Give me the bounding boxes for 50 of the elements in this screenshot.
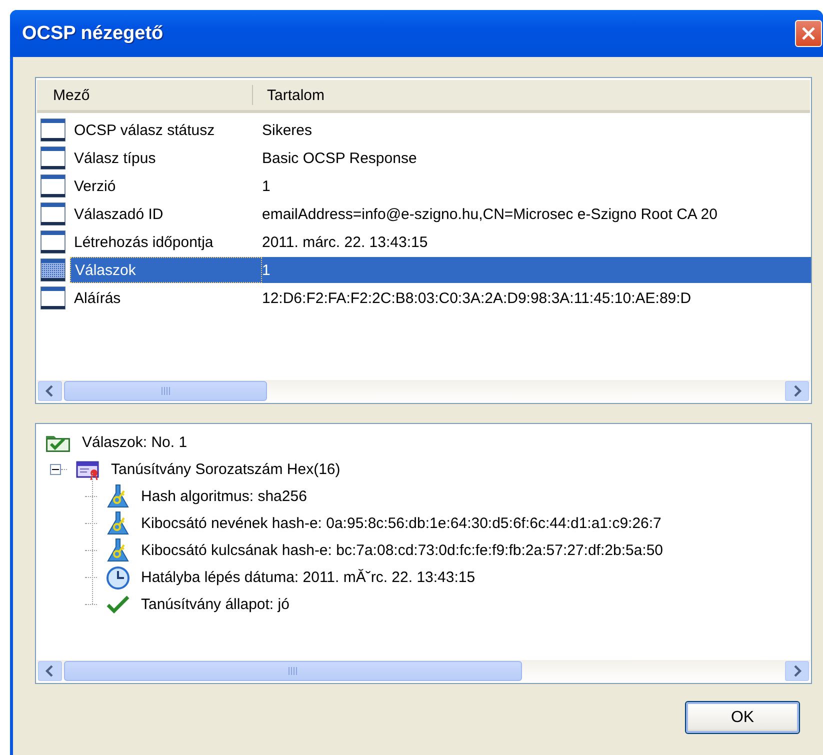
window-title: OCSP nézegető: [22, 22, 164, 44]
tree-item[interactable]: Tanúsítvány állapot: jó: [139, 596, 292, 613]
field-icon: [40, 118, 66, 142]
field-value: 1: [262, 257, 811, 283]
field-value: 2011. márc. 22. 13:43:15: [262, 232, 429, 252]
certificate-icon: [76, 460, 100, 480]
field-value: Sikeres: [262, 120, 314, 140]
scroll-right-icon: [792, 385, 802, 397]
field-icon: [40, 286, 66, 310]
field-icon: [40, 258, 66, 282]
tree-item[interactable]: Hash algoritmus: sha256: [139, 488, 309, 505]
field-icon: [40, 146, 66, 170]
horizontal-scrollbar[interactable]: [37, 380, 810, 402]
ok-button[interactable]: OK: [685, 701, 800, 734]
scroll-right-icon: [792, 665, 802, 677]
field-value: 1: [262, 176, 272, 196]
scroll-left-icon: [45, 385, 55, 397]
checkmark-icon: [106, 594, 130, 614]
field-icon: [40, 230, 66, 254]
close-button[interactable]: [795, 20, 822, 47]
field-icon: [40, 202, 66, 226]
field-name[interactable]: Létrehozás időpontja: [70, 229, 262, 255]
close-icon: [801, 26, 816, 41]
field-icon: [40, 174, 66, 198]
column-header[interactable]: Mező: [37, 85, 253, 105]
clock-icon: [106, 566, 130, 590]
field-name[interactable]: Verzió: [70, 173, 262, 199]
field-value: emailAddress=info@e-szigno.hu,CN=Microsec e-Szigno Root CA 20: [262, 204, 718, 224]
tree-item[interactable]: Hatályba lépés dátuma: 2011. mĂ˘rc. 22. 13:43:15: [139, 569, 478, 586]
column-header[interactable]: Tartalom: [253, 80, 325, 110]
flask-key-icon: [106, 484, 130, 510]
grip-icon: [288, 666, 298, 676]
field-name[interactable]: Válaszok: [70, 257, 262, 283]
tree-item[interactable]: Kibocsátó kulcsának hash-e: bc:7a:08:cd:73:0d:fc:fe:f9:fb:2a:57:27:df:2b:5a:50: [139, 542, 666, 559]
field-name[interactable]: Aláírás: [70, 285, 262, 311]
minus-icon: [52, 466, 59, 473]
flask-key-icon: [106, 510, 130, 536]
tree-item[interactable]: Kibocsátó nevének hash-e: 0a:95:8c:56:db:1e:64:30:d5:6f:6c:44:d1:a1:c9:26:7: [139, 515, 664, 532]
field-value: 12:D6:F2:FA:F2:2C:B8:03:C0:3A:2A:D9:98:3A:11:45:10:AE:89:D: [262, 288, 692, 308]
field-name[interactable]: Válaszadó ID: [70, 201, 262, 227]
grip-icon: [160, 386, 170, 396]
scroll-left-icon: [45, 665, 55, 677]
field-value: Basic OCSP Response: [262, 148, 418, 168]
field-name[interactable]: Válasz típus: [70, 145, 262, 171]
flask-key-icon: [106, 538, 130, 564]
tree-item[interactable]: Tanúsítvány Sorozatszám Hex(16): [109, 461, 342, 478]
horizontal-scrollbar[interactable]: [37, 660, 810, 682]
collapse-button[interactable]: [50, 464, 61, 475]
tree-item[interactable]: Válaszok: No. 1: [80, 434, 190, 451]
field-name[interactable]: OCSP válasz státusz: [70, 117, 262, 143]
